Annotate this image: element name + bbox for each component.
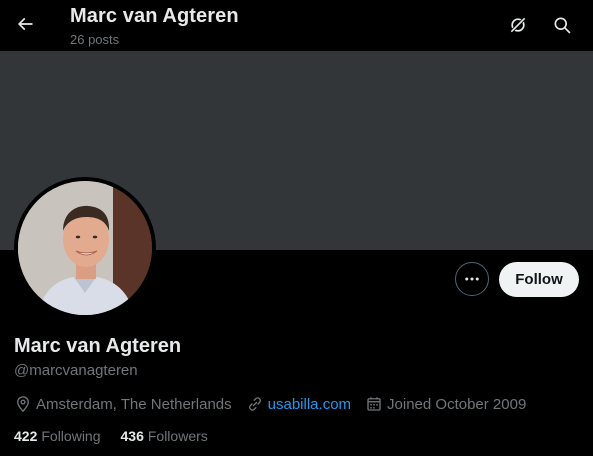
website-item[interactable]: usabilla.com [246, 395, 351, 413]
display-name: Marc van Agteren [14, 335, 182, 357]
followers-count: 436 [120, 428, 144, 444]
back-button[interactable] [8, 7, 42, 41]
grok-button[interactable] [501, 8, 535, 42]
following-link[interactable]: 422 Following [14, 428, 101, 444]
header-title: Marc van Agteren [70, 5, 239, 27]
handle: @marcvanagteren [14, 362, 138, 379]
calendar-icon [367, 397, 381, 411]
followers-link[interactable]: 436 Followers [121, 428, 208, 444]
arrow-left-icon [17, 17, 33, 31]
location-text: Amsterdam, The Netherlands [36, 395, 232, 413]
following-label: Following [41, 428, 101, 444]
avatar[interactable] [14, 177, 156, 319]
grok-icon [509, 16, 527, 34]
follow-button[interactable]: Follow [499, 262, 579, 297]
website-link[interactable]: usabilla.com [268, 396, 351, 413]
followers-label: Followers [147, 428, 208, 444]
search-button[interactable] [545, 8, 579, 42]
more-horizontal-icon [465, 277, 479, 281]
location-pin-icon [17, 396, 29, 413]
joined-item: Joined October 2009 [365, 395, 526, 413]
top-bar: Marc van Agteren 26 posts [0, 0, 593, 51]
following-count: 422 [14, 428, 38, 444]
search-icon [554, 17, 571, 34]
profile-meta: Amsterdam, The Netherlands usabilla.com … [14, 393, 540, 415]
joined-text: Joined October 2009 [387, 395, 527, 413]
avatar-photo [18, 181, 152, 315]
post-count: 26 posts [70, 32, 120, 47]
more-options-button[interactable] [455, 262, 489, 296]
profile-page: Marc van Agteren 26 posts Follow Marc va… [0, 0, 593, 456]
location-item: Amsterdam, The Netherlands [14, 395, 232, 413]
link-icon [248, 397, 261, 411]
follow-stats: 422 Following 436 Followers [14, 428, 228, 444]
